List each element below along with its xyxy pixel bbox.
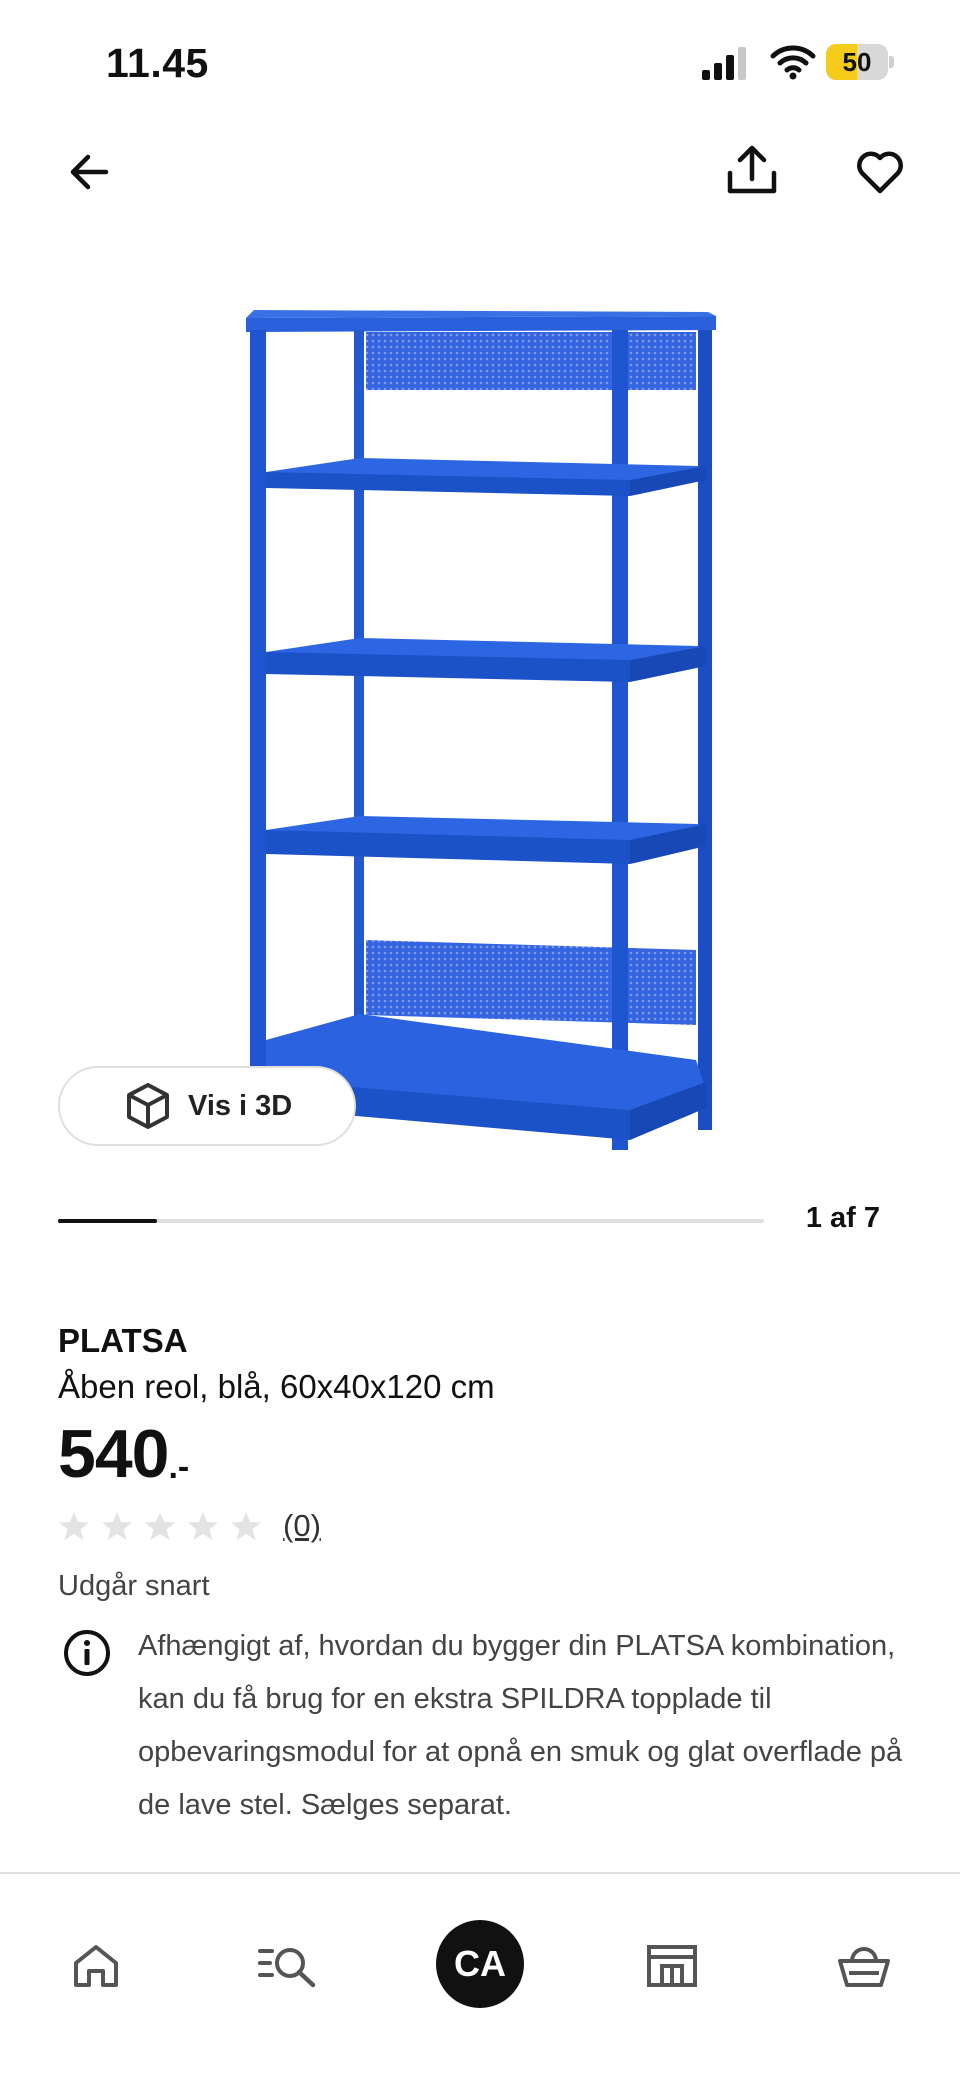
back-button[interactable] [58,140,122,204]
favourite-button[interactable] [848,140,912,204]
battery-level: 50 [842,47,872,77]
star-icon [59,1512,89,1540]
store-icon [647,1945,697,1987]
home-icon [74,1945,118,1987]
cube-icon [127,1083,169,1129]
heart-icon [857,151,903,194]
price-suffix: .- [168,1448,190,1486]
basket-icon [838,1947,890,1987]
bottom-navigation: CA [0,1872,960,2078]
nav-store[interactable] [636,1930,708,2002]
star-icon [188,1512,218,1540]
rating-count-link[interactable]: (0) [283,1508,321,1544]
battery-tip [889,56,894,68]
image-carousel-progress-fill [58,1219,157,1223]
battery-icon: 50 [826,44,894,80]
status-bar: 11.45 50 [0,0,960,120]
star-icon [145,1512,175,1540]
star-icon [231,1512,261,1540]
cellular-signal-icon [702,47,746,80]
search-list-icon [258,1948,316,1988]
share-button[interactable] [720,136,784,204]
view-in-3d-button[interactable]: Vis i 3D [58,1066,356,1146]
share-icon [727,145,777,194]
price-integer: 540 [58,1416,169,1492]
star-icon [102,1512,132,1540]
info-icon [64,1630,110,1676]
product-rating[interactable]: (0) [58,1508,321,1544]
nav-account[interactable]: CA [436,1920,524,2008]
image-counter: 1 af 7 [805,1202,880,1234]
wifi-icon [770,45,816,80]
nav-home[interactable] [60,1930,132,2002]
product-image[interactable] [220,290,740,1170]
battery-body: 50 [826,44,888,80]
product-price: 540 .- [58,1420,189,1488]
availability-status: Udgår snart [58,1570,210,1602]
nav-search[interactable] [252,1930,324,2002]
arrow-left-icon [70,154,109,190]
view-in-3d-label: Vis i 3D [188,1089,293,1122]
image-carousel-progress[interactable] [58,1219,764,1223]
product-description: Åben reol, blå, 60x40x120 cm [58,1368,495,1405]
info-text: Afhængigt af, hvordan du bygger din PLAT… [138,1630,903,1821]
product-name: PLATSA [58,1322,188,1359]
nav-basket[interactable] [828,1930,900,2002]
status-time: 11.45 [106,40,209,86]
